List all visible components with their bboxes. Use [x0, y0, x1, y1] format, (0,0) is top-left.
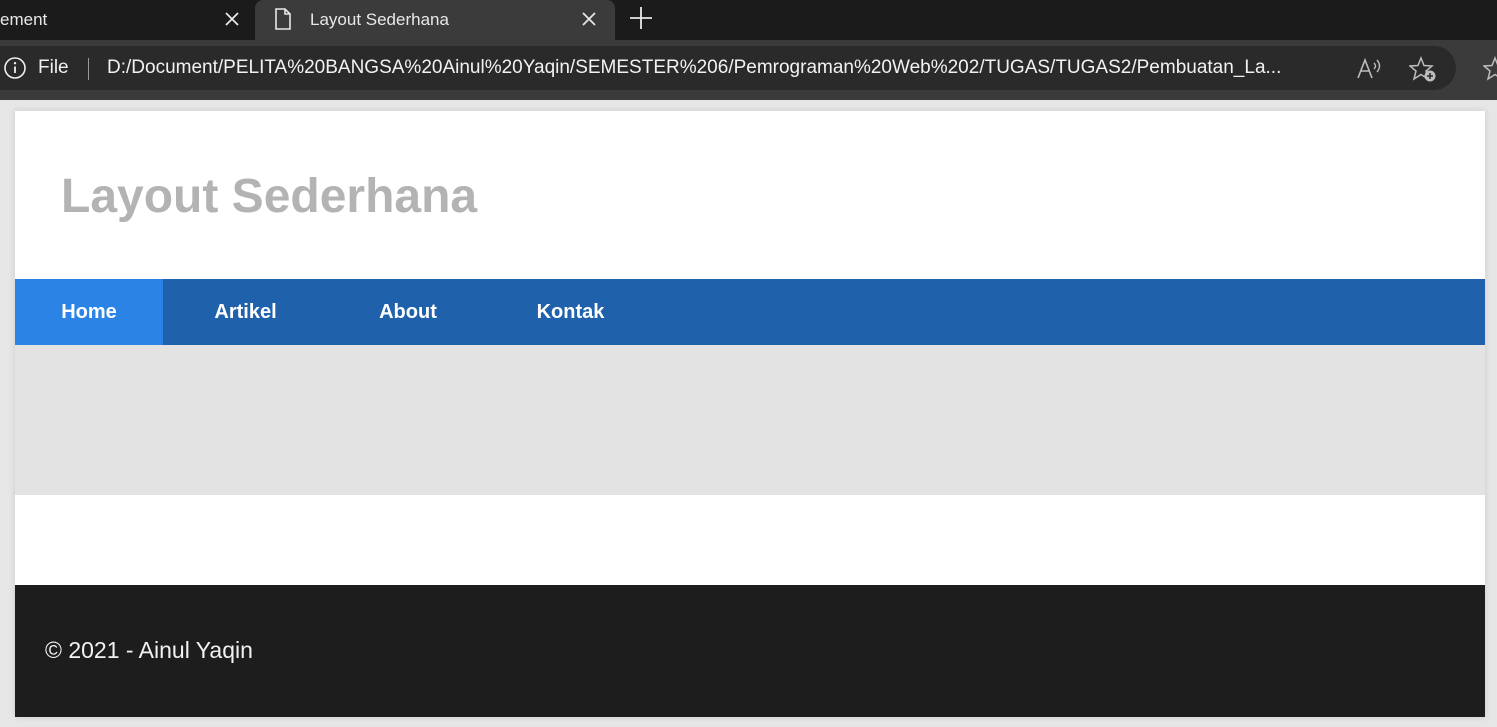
- tab-inactive[interactable]: ement: [0, 0, 255, 40]
- new-tab-icon[interactable]: [628, 5, 654, 31]
- nav-about[interactable]: About: [328, 279, 488, 345]
- nav-kontak[interactable]: Kontak: [488, 279, 653, 345]
- hero-banner: [15, 345, 1485, 495]
- site-title: Layout Sederhana: [61, 170, 478, 223]
- separator: [88, 58, 89, 80]
- main-nav: Home Artikel About Kontak: [15, 279, 1485, 345]
- nav-artikel[interactable]: Artikel: [163, 279, 328, 345]
- info-icon[interactable]: [3, 56, 27, 80]
- close-icon[interactable]: [223, 10, 241, 28]
- tab-active[interactable]: Layout Sederhana: [255, 0, 615, 40]
- footer-text: © 2021 - Ainul Yaqin: [45, 637, 253, 663]
- site-header: Layout Sederhana: [15, 111, 1485, 279]
- nav-home[interactable]: Home: [15, 279, 163, 345]
- tab-title: ement: [0, 10, 48, 29]
- chrome-divider: [0, 97, 1497, 100]
- page-container: Layout Sederhana Home Artikel About Kont…: [15, 111, 1485, 717]
- site-footer: © 2021 - Ainul Yaqin: [15, 585, 1485, 717]
- url-text[interactable]: D:/Document/PELITA%20BANGSA%20Ainul%20Ya…: [107, 57, 1347, 79]
- add-favorite-icon[interactable]: [1409, 56, 1439, 84]
- favorites-icon[interactable]: [1483, 56, 1497, 82]
- close-icon[interactable]: [580, 10, 598, 28]
- page-icon: [275, 8, 291, 30]
- browser-tab-bar: ement Layout Sederhana: [0, 0, 1497, 40]
- file-label: File: [38, 57, 69, 78]
- main-content: [15, 495, 1485, 585]
- tab-title: Layout Sederhana: [310, 10, 449, 29]
- read-aloud-icon[interactable]: [1356, 57, 1384, 81]
